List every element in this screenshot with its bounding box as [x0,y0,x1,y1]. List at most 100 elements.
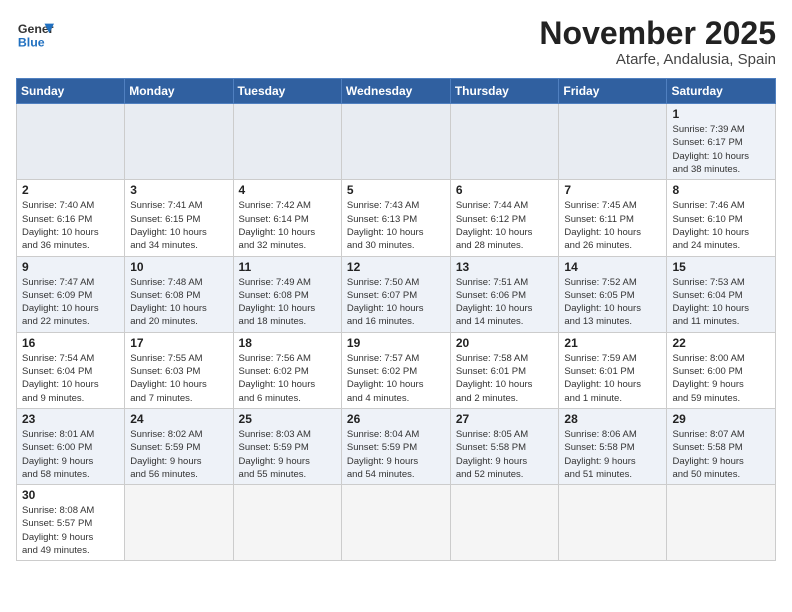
header-thursday: Thursday [450,79,559,104]
day-number: 7 [564,183,661,197]
table-row: 27 Sunrise: 8:05 AM Sunset: 5:58 PM Dayli… [450,408,559,484]
day-info: Sunrise: 7:42 AM Sunset: 6:14 PM Dayligh… [239,199,336,252]
day-number: 11 [239,260,336,274]
table-row: 30 Sunrise: 8:08 AM Sunset: 5:57 PM Dayli… [17,485,125,561]
day-info: Sunrise: 7:44 AM Sunset: 6:12 PM Dayligh… [456,199,554,252]
day-info: Sunrise: 8:02 AM Sunset: 5:59 PM Dayligh… [130,428,227,481]
table-row [450,104,559,180]
table-row: 5Sunrise: 7:43 AM Sunset: 6:13 PM Daylig… [341,180,450,256]
day-info: Sunrise: 7:48 AM Sunset: 6:08 PM Dayligh… [130,276,227,329]
table-row: 14 Sunrise: 7:52 AM Sunset: 6:05 PM Dayli… [559,256,667,332]
day-number: 9 [22,260,119,274]
day-number: 27 [456,412,554,426]
table-row: 23 Sunrise: 8:01 AM Sunset: 6:00 PM Dayli… [17,408,125,484]
day-number: 19 [347,336,445,350]
table-row [341,485,450,561]
day-info: Sunrise: 7:55 AM Sunset: 6:03 PM Dayligh… [130,352,227,405]
table-row: 13Sunrise: 7:51 AM Sunset: 6:06 PM Dayli… [450,256,559,332]
day-info: Sunrise: 8:01 AM Sunset: 6:00 PM Dayligh… [22,428,119,481]
day-number: 1 [672,107,770,121]
weekday-header-row: Sunday Monday Tuesday Wednesday Thursday… [17,79,776,104]
calendar-week-row: 16 Sunrise: 7:54 AM Sunset: 6:04 PM Dayli… [17,332,776,408]
logo: General Blue [16,16,54,54]
table-row: 7Sunrise: 7:45 AM Sunset: 6:11 PM Daylig… [559,180,667,256]
month-year: November 2025 [539,16,776,51]
day-info: Sunrise: 8:04 AM Sunset: 5:59 PM Dayligh… [347,428,445,481]
day-info: Sunrise: 7:56 AM Sunset: 6:02 PM Dayligh… [239,352,336,405]
table-row: 26 Sunrise: 8:04 AM Sunset: 5:59 PM Dayli… [341,408,450,484]
table-row: 20 Sunrise: 7:58 AM Sunset: 6:01 PM Dayli… [450,332,559,408]
table-row: 19 Sunrise: 7:57 AM Sunset: 6:02 PM Dayli… [341,332,450,408]
table-row: 28Sunrise: 8:06 AM Sunset: 5:58 PM Dayli… [559,408,667,484]
table-row: 10Sunrise: 7:48 AM Sunset: 6:08 PM Dayli… [125,256,233,332]
calendar-week-row: 1 Sunrise: 7:39 AM Sunset: 6:17 PM Daylig… [17,104,776,180]
table-row: 3 Sunrise: 7:41 AM Sunset: 6:15 PM Daylig… [125,180,233,256]
day-info: Sunrise: 7:57 AM Sunset: 6:02 PM Dayligh… [347,352,445,405]
day-number: 29 [672,412,770,426]
location: Atarfe, Andalusia, Spain [539,51,776,68]
table-row [233,104,341,180]
day-number: 25 [239,412,336,426]
day-info: Sunrise: 7:59 AM Sunset: 6:01 PM Dayligh… [564,352,661,405]
table-row: 2 Sunrise: 7:40 AM Sunset: 6:16 PM Daylig… [17,180,125,256]
day-number: 12 [347,260,445,274]
day-info: Sunrise: 7:58 AM Sunset: 6:01 PM Dayligh… [456,352,554,405]
day-number: 26 [347,412,445,426]
day-number: 2 [22,183,119,197]
table-row: 22 Sunrise: 8:00 AM Sunset: 6:00 PM Dayli… [667,332,776,408]
day-info: Sunrise: 8:06 AM Sunset: 5:58 PM Dayligh… [564,428,661,481]
header-friday: Friday [559,79,667,104]
day-number: 20 [456,336,554,350]
table-row [450,485,559,561]
table-row: 21 Sunrise: 7:59 AM Sunset: 6:01 PM Dayli… [559,332,667,408]
day-info: Sunrise: 8:07 AM Sunset: 5:58 PM Dayligh… [672,428,770,481]
table-row [233,485,341,561]
day-number: 18 [239,336,336,350]
page: General Blue November 2025 Atarfe, Andal… [0,0,792,612]
day-info: Sunrise: 8:08 AM Sunset: 5:57 PM Dayligh… [22,504,119,557]
day-info: Sunrise: 7:46 AM Sunset: 6:10 PM Dayligh… [672,199,770,252]
generalblue-logo-icon: General Blue [16,16,54,54]
day-info: Sunrise: 7:53 AM Sunset: 6:04 PM Dayligh… [672,276,770,329]
day-number: 30 [22,488,119,502]
table-row: 24Sunrise: 8:02 AM Sunset: 5:59 PM Dayli… [125,408,233,484]
day-info: Sunrise: 7:43 AM Sunset: 6:13 PM Dayligh… [347,199,445,252]
table-row [17,104,125,180]
day-info: Sunrise: 7:39 AM Sunset: 6:17 PM Dayligh… [672,123,770,176]
day-info: Sunrise: 7:41 AM Sunset: 6:15 PM Dayligh… [130,199,227,252]
day-info: Sunrise: 7:54 AM Sunset: 6:04 PM Dayligh… [22,352,119,405]
table-row: 6Sunrise: 7:44 AM Sunset: 6:12 PM Daylig… [450,180,559,256]
table-row [667,485,776,561]
calendar-week-row: 9Sunrise: 7:47 AM Sunset: 6:09 PM Daylig… [17,256,776,332]
day-number: 22 [672,336,770,350]
day-number: 14 [564,260,661,274]
day-number: 3 [130,183,227,197]
table-row [559,485,667,561]
table-row [125,485,233,561]
day-info: Sunrise: 7:49 AM Sunset: 6:08 PM Dayligh… [239,276,336,329]
table-row: 29 Sunrise: 8:07 AM Sunset: 5:58 PM Dayli… [667,408,776,484]
day-number: 4 [239,183,336,197]
table-row: 8Sunrise: 7:46 AM Sunset: 6:10 PM Daylig… [667,180,776,256]
day-number: 15 [672,260,770,274]
day-number: 16 [22,336,119,350]
calendar-week-row: 23 Sunrise: 8:01 AM Sunset: 6:00 PM Dayli… [17,408,776,484]
calendar-week-row: 30 Sunrise: 8:08 AM Sunset: 5:57 PM Dayli… [17,485,776,561]
day-number: 21 [564,336,661,350]
day-info: Sunrise: 8:05 AM Sunset: 5:58 PM Dayligh… [456,428,554,481]
table-row: 4 Sunrise: 7:42 AM Sunset: 6:14 PM Daylig… [233,180,341,256]
day-info: Sunrise: 8:00 AM Sunset: 6:00 PM Dayligh… [672,352,770,405]
header-saturday: Saturday [667,79,776,104]
table-row [125,104,233,180]
header-sunday: Sunday [17,79,125,104]
day-info: Sunrise: 7:51 AM Sunset: 6:06 PM Dayligh… [456,276,554,329]
day-number: 23 [22,412,119,426]
day-info: Sunrise: 7:40 AM Sunset: 6:16 PM Dayligh… [22,199,119,252]
header-monday: Monday [125,79,233,104]
table-row [559,104,667,180]
table-row: 9Sunrise: 7:47 AM Sunset: 6:09 PM Daylig… [17,256,125,332]
svg-text:Blue: Blue [18,35,45,49]
calendar-week-row: 2 Sunrise: 7:40 AM Sunset: 6:16 PM Daylig… [17,180,776,256]
day-info: Sunrise: 7:52 AM Sunset: 6:05 PM Dayligh… [564,276,661,329]
table-row: 16 Sunrise: 7:54 AM Sunset: 6:04 PM Dayli… [17,332,125,408]
